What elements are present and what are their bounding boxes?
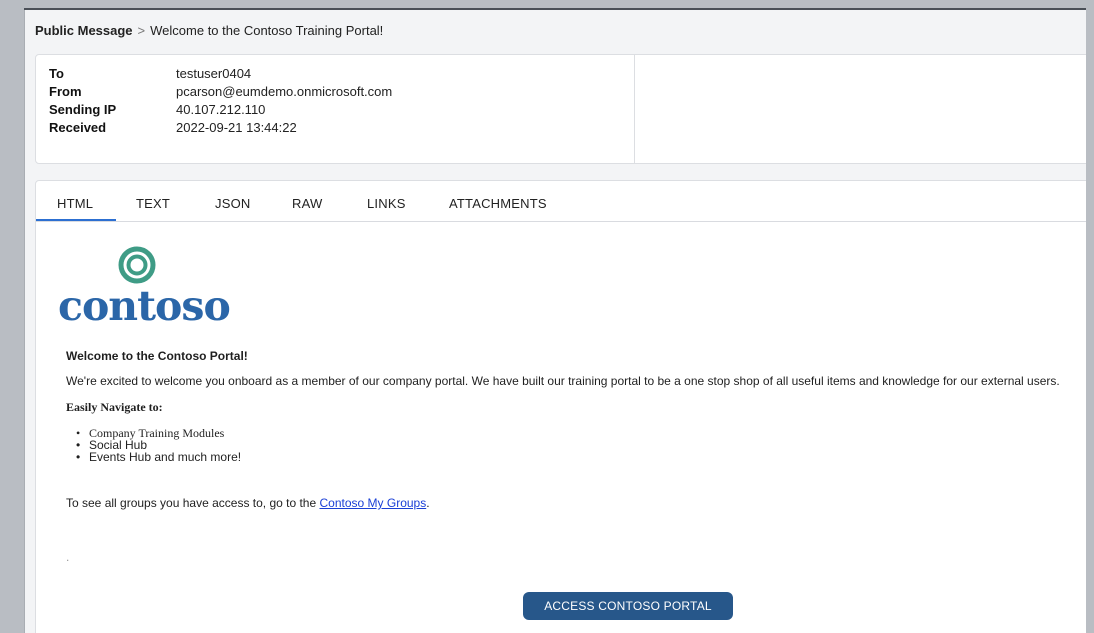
contoso-my-groups-link[interactable]: Contoso My Groups xyxy=(320,496,427,510)
tab-attachments[interactable]: ATTACHMENTS xyxy=(449,196,547,211)
right-gutter xyxy=(1086,0,1094,633)
breadcrumb: Public Message > Welcome to the Contoso Tr… xyxy=(35,23,383,38)
from-label: From xyxy=(49,84,82,99)
access-contoso-portal-button[interactable]: ACCESS CONTOSO PORTAL xyxy=(523,592,733,620)
breadcrumb-separator: > xyxy=(137,23,146,38)
received-label: Received xyxy=(49,120,107,135)
sending-ip-value: 40.107.212.110 xyxy=(176,102,266,117)
email-heading: Welcome to the Contoso Portal! xyxy=(66,349,248,363)
breadcrumb-section[interactable]: Public Message xyxy=(35,23,133,38)
email-dot: . xyxy=(66,550,70,564)
from-value: pcarson@eumdemo.onmicrosoft.com xyxy=(176,84,393,99)
tab-links[interactable]: LINKS xyxy=(367,196,406,211)
groups-suffix: . xyxy=(426,496,430,510)
active-tab-indicator xyxy=(36,219,116,221)
tab-json[interactable]: JSON xyxy=(215,196,250,211)
list-item: Events Hub and much more! xyxy=(76,451,241,463)
to-value: testuser0404 xyxy=(176,66,252,81)
message-content-card: HTML TEXT JSON RAW LINKS ATTACHMENTS con… xyxy=(35,180,1087,633)
contoso-logo-text: contoso xyxy=(58,282,231,330)
to-label: To xyxy=(49,66,64,81)
email-groups-line: To see all groups you have access to, go… xyxy=(66,496,430,510)
groups-prefix: To see all groups you have access to, go… xyxy=(66,496,317,510)
headers-divider xyxy=(634,55,635,163)
contoso-logo-icon xyxy=(118,246,156,284)
sending-ip-label: Sending IP xyxy=(49,102,117,117)
message-headers-card: To testuser0404 From pcarson@eumdemo.onm… xyxy=(35,54,1087,164)
format-tabs: HTML TEXT JSON RAW LINKS ATTACHMENTS xyxy=(36,181,1087,222)
email-nav-list: Company Training Modules Social Hub Even… xyxy=(76,427,241,463)
message-viewer: Public Message > Welcome to the Contoso Tr… xyxy=(24,10,1087,633)
tab-text[interactable]: TEXT xyxy=(136,196,170,211)
email-intro: We're excited to welcome you onboard as … xyxy=(66,374,1060,388)
received-value: 2022-09-21 13:44:22 xyxy=(176,120,297,135)
tab-html[interactable]: HTML xyxy=(57,196,93,211)
breadcrumb-subject: Welcome to the Contoso Training Portal! xyxy=(150,23,384,38)
tab-raw[interactable]: RAW xyxy=(292,196,322,211)
email-nav-heading: Easily Navigate to: xyxy=(66,400,163,414)
